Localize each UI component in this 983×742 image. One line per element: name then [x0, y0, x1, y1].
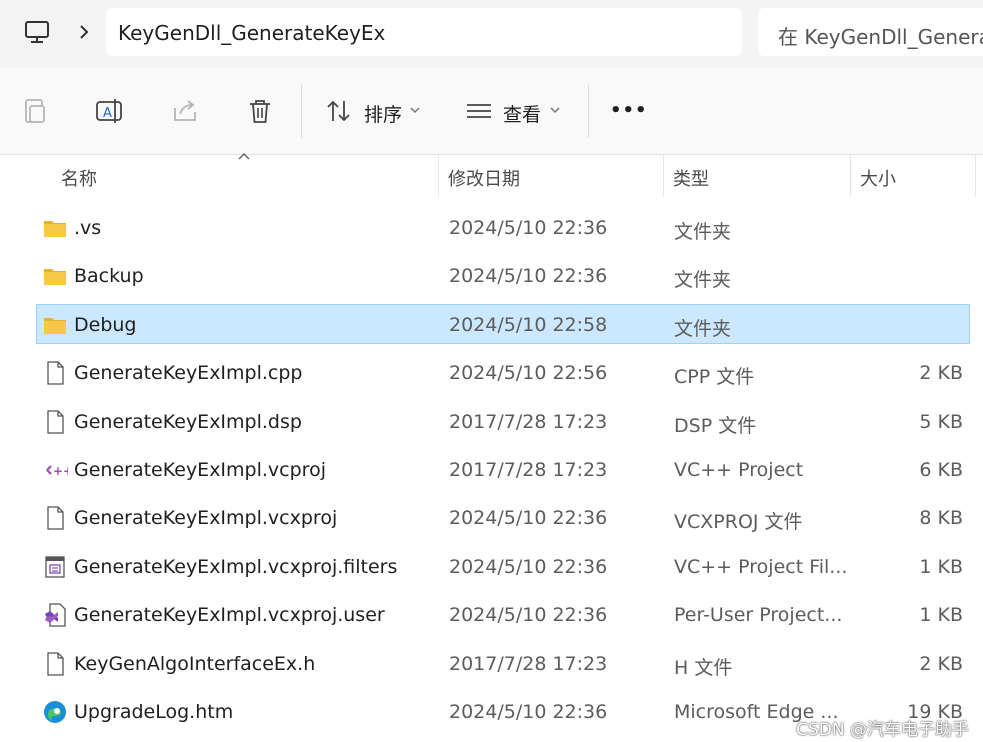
- visual-studio-icon: [42, 602, 68, 628]
- file-row[interactable]: GenerateKeyExImpl.dsp 2017/7/28 17:23 DSP …: [36, 401, 970, 441]
- svg-text:++: ++: [53, 464, 68, 478]
- file-date: 2024/5/10 22:36: [449, 217, 608, 239]
- document-icon: [42, 505, 68, 531]
- paste-icon[interactable]: [20, 96, 50, 126]
- address-box[interactable]: KeyGenDll_GenerateKeyEx: [106, 8, 742, 56]
- sort-ascending-icon: [238, 152, 250, 160]
- file-type: VC++ Project: [674, 459, 804, 481]
- file-type: H 文件: [674, 656, 733, 679]
- document-icon: [42, 651, 68, 677]
- file-date: 2024/5/10 22:36: [449, 507, 608, 530]
- view-button[interactable]: 查看: [503, 100, 541, 127]
- file-name: Debug: [74, 313, 137, 336]
- file-row[interactable]: KeyGenAlgoInterfaceEx.h 2017/7/28 17:23 H …: [36, 643, 970, 683]
- rename-icon[interactable]: A: [94, 96, 124, 126]
- chevron-right-icon[interactable]: [78, 22, 90, 42]
- address-bar-area: KeyGenDll_GenerateKeyEx 在 KeyGenDll_Gene…: [0, 0, 983, 68]
- file-row[interactable]: GenerateKeyExImpl.cpp 2024/5/10 22:56 CPP …: [36, 352, 970, 392]
- file-size: 5 KB: [919, 410, 963, 433]
- column-divider[interactable]: [850, 155, 851, 197]
- file-row[interactable]: GenerateKeyExImpl.vcxproj.user 2024/5/10 …: [36, 594, 970, 634]
- file-name: KeyGenAlgoInterfaceEx.h: [74, 652, 316, 675]
- file-date: 2024/5/10 22:36: [449, 701, 608, 723]
- file-type: CPP 文件: [674, 366, 755, 389]
- file-row[interactable]: ++ GenerateKeyExImpl.vcproj 2017/7/28 17:2…: [36, 449, 970, 489]
- toolbar-separator: [301, 84, 302, 138]
- file-name: GenerateKeyExImpl.vcxproj.filters: [74, 555, 398, 578]
- file-date: 2017/7/28 17:23: [449, 410, 608, 433]
- sort-button[interactable]: 排序: [364, 100, 402, 127]
- column-size[interactable]: 大小: [860, 165, 896, 191]
- folder-icon: [42, 312, 68, 338]
- address-path[interactable]: KeyGenDll_GenerateKeyEx: [118, 21, 385, 45]
- file-name: GenerateKeyExImpl.vcxproj.user: [74, 604, 385, 627]
- watermark: CSDN @汽车电子助手: [796, 720, 969, 740]
- column-divider[interactable]: [438, 155, 439, 197]
- file-size: 2 KB: [919, 652, 963, 675]
- file-size: 6 KB: [919, 459, 963, 481]
- chevron-down-icon[interactable]: [410, 106, 420, 114]
- file-name: UpgradeLog.htm: [74, 701, 234, 723]
- column-name[interactable]: 名称: [61, 165, 97, 191]
- file-size: 2 KB: [919, 362, 963, 385]
- file-row[interactable]: Debug 2024/5/10 22:58 文件夹: [36, 303, 970, 344]
- this-pc-icon[interactable]: [24, 20, 50, 44]
- file-type: 文件夹: [674, 269, 732, 292]
- file-date: 2024/5/10 22:58: [449, 313, 608, 336]
- column-divider[interactable]: [975, 155, 976, 197]
- chevron-down-icon[interactable]: [550, 106, 560, 114]
- file-type: Per-User Project...: [674, 604, 843, 627]
- file-type: DSP 文件: [674, 414, 757, 437]
- toolbar-separator: [588, 84, 589, 138]
- file-date: 2024/5/10 22:56: [449, 362, 608, 385]
- sort-icon[interactable]: [324, 96, 354, 126]
- svg-text:A: A: [103, 106, 112, 121]
- file-date: 2017/7/28 17:23: [449, 459, 608, 481]
- more-options-button[interactable]: •••: [610, 100, 648, 121]
- document-icon: [42, 409, 68, 435]
- column-header: 名称 修改日期 类型 大小: [0, 152, 983, 197]
- edge-icon: [42, 699, 68, 725]
- file-date: 2017/7/28 17:23: [449, 652, 608, 675]
- file-type: VC++ Project Fil...: [674, 555, 848, 578]
- document-icon: [42, 360, 68, 386]
- file-type: 文件夹: [674, 317, 732, 340]
- file-name: GenerateKeyExImpl.vcxproj: [74, 507, 338, 530]
- column-date[interactable]: 修改日期: [448, 165, 520, 191]
- file-row[interactable]: GenerateKeyExImpl.vcxproj.filters 2024/5/…: [36, 546, 970, 586]
- file-date: 2024/5/10 22:36: [449, 555, 608, 578]
- folder-icon: [42, 263, 68, 289]
- filters-icon: [42, 554, 68, 580]
- file-type: VCXPROJ 文件: [674, 511, 803, 534]
- file-size: 1 KB: [919, 555, 963, 578]
- column-divider[interactable]: [663, 155, 664, 197]
- search-input[interactable]: 在 KeyGenDll_GenerateKeyEx 中搜索: [778, 21, 983, 50]
- file-name: GenerateKeyExImpl.vcproj: [74, 459, 326, 481]
- folder-icon: [42, 215, 68, 241]
- column-type[interactable]: 类型: [673, 165, 709, 191]
- file-name: GenerateKeyExImpl.cpp: [74, 362, 303, 385]
- file-row[interactable]: GenerateKeyExImpl.vcxproj 2024/5/10 22:36…: [36, 497, 970, 537]
- vc-project-icon: ++: [42, 457, 73, 483]
- file-list: 名称 修改日期 类型 大小 .vs 2024/5/10 22:36 文件夹 Backu…: [0, 152, 983, 742]
- delete-icon[interactable]: [245, 96, 275, 126]
- file-name: Backup: [74, 265, 144, 288]
- file-size: 8 KB: [919, 507, 963, 530]
- file-size: 1 KB: [919, 604, 963, 627]
- share-icon[interactable]: [170, 96, 200, 126]
- view-icon[interactable]: [464, 96, 494, 126]
- file-date: 2024/5/10 22:36: [449, 265, 608, 288]
- file-row[interactable]: .vs 2024/5/10 22:36 文件夹: [36, 207, 970, 247]
- file-date: 2024/5/10 22:36: [449, 604, 608, 627]
- file-name: .vs: [74, 217, 102, 239]
- search-box[interactable]: 在 KeyGenDll_GenerateKeyEx 中搜索: [758, 8, 983, 56]
- command-bar: A 排序 查看 •••: [0, 68, 983, 155]
- file-type: 文件夹: [674, 221, 732, 243]
- file-name: GenerateKeyExImpl.dsp: [74, 410, 302, 433]
- file-row[interactable]: Backup 2024/5/10 22:36 文件夹: [36, 255, 970, 295]
